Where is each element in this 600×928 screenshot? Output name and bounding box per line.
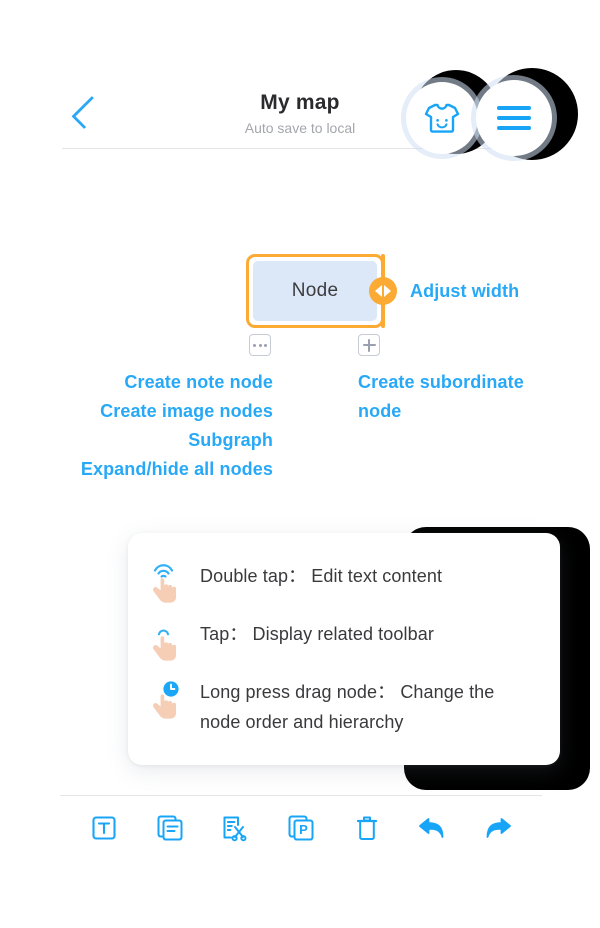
menu-button[interactable] — [476, 80, 552, 156]
hamburger-menu-icon — [497, 106, 531, 130]
horizontal-resize-icon[interactable] — [369, 277, 397, 305]
note-node-button[interactable] — [148, 806, 192, 850]
redo-button[interactable] — [476, 806, 520, 850]
gesture-text-long-press-line2: node order and hierarchy — [200, 712, 404, 732]
ellipsis-icon — [253, 343, 267, 347]
redo-arrow-icon — [486, 818, 511, 838]
gesture-icon-cell — [128, 677, 200, 725]
paste-node-button[interactable]: P — [279, 806, 323, 850]
gesture-help-card: Double tap： Edit text content Tap： Displ… — [128, 533, 560, 765]
gesture-text-tap: Tap： Display related toolbar — [200, 624, 434, 644]
long-press-hand-icon — [153, 681, 179, 719]
text-node-button[interactable] — [82, 806, 126, 850]
annotation-create-subordinate-node-line1[interactable]: Create subordinate — [358, 368, 548, 397]
header-action-spotlight — [396, 66, 600, 176]
gesture-icon-cell — [128, 561, 200, 609]
app-screen: My map Auto save to local Node Adjust wi… — [0, 0, 600, 928]
delete-trash-icon — [356, 816, 377, 841]
shirt-button[interactable] — [406, 82, 478, 154]
gesture-row-tap: Tap： Display related toolbar — [128, 619, 560, 667]
delete-button[interactable] — [345, 806, 389, 850]
gesture-row-long-press: Long press drag node： Change the node or… — [128, 677, 560, 737]
double-tap-hand-icon — [153, 564, 176, 603]
undo-arrow-icon — [419, 818, 444, 838]
annotation-subgraph[interactable]: Subgraph — [20, 426, 273, 455]
bottom-toolbar: P — [60, 802, 542, 854]
annotation-create-subordinate-node-line2[interactable]: node — [358, 397, 548, 426]
back-button[interactable] — [68, 92, 108, 132]
chevron-left-icon — [71, 95, 105, 129]
cut-node-button[interactable] — [213, 806, 257, 850]
note-node-icon — [157, 815, 183, 841]
gesture-text-long-press-line1: Long press drag node： Change the — [200, 682, 495, 702]
annotation-expand-hide-all-nodes[interactable]: Expand/hide all nodes — [20, 455, 273, 484]
shirt-icon — [424, 103, 460, 133]
annotation-create-note-node[interactable]: Create note node — [20, 368, 273, 397]
cut-node-icon — [223, 816, 247, 842]
gesture-icon-cell — [128, 619, 200, 667]
annotation-right-group: Create subordinate node — [358, 368, 548, 426]
gesture-row-double-tap: Double tap： Edit text content — [128, 561, 560, 609]
resize-arrow-left — [375, 285, 382, 297]
node-add-child-button[interactable] — [358, 334, 380, 356]
mindmap-node-label: Node — [291, 280, 339, 301]
annotation-left-group: Create note node Create image nodes Subg… — [20, 368, 273, 484]
undo-button[interactable] — [410, 806, 454, 850]
mindmap-node-body: Node — [253, 261, 377, 321]
node-more-button[interactable] — [249, 334, 271, 356]
annotation-create-image-nodes[interactable]: Create image nodes — [20, 397, 273, 426]
mindmap-node[interactable]: Node — [246, 254, 384, 328]
paste-node-letter: P — [299, 822, 308, 837]
paste-node-icon: P — [288, 815, 314, 841]
adjust-width-label: Adjust width — [410, 281, 520, 301]
text-node-icon — [92, 816, 116, 840]
resize-arrow-right — [384, 285, 391, 297]
tap-hand-icon — [153, 629, 176, 661]
toolbar-divider — [60, 795, 542, 796]
gesture-text-long-press: Long press drag node： Change the node or… — [200, 677, 510, 737]
gesture-text-double-tap: Double tap： Edit text content — [200, 566, 443, 586]
plus-icon — [362, 338, 376, 352]
